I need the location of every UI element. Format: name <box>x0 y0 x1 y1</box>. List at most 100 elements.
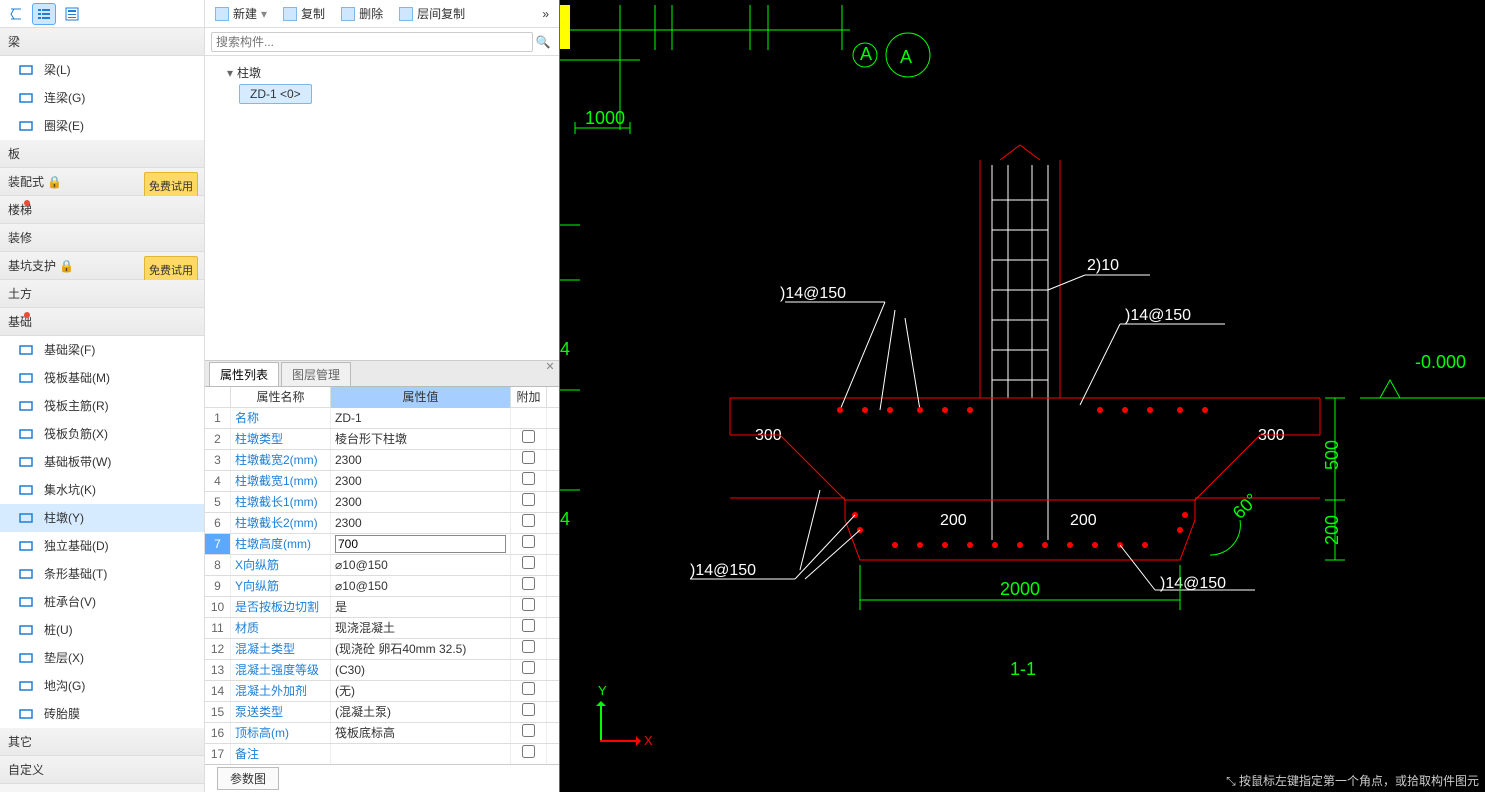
category-item[interactable]: 柱墩(Y) <box>0 504 204 532</box>
category-item[interactable]: 集水坑(K) <box>0 476 204 504</box>
prop-extra-checkbox[interactable] <box>522 724 535 737</box>
iso-found-icon <box>18 538 34 554</box>
prop-extra-checkbox[interactable] <box>522 556 535 569</box>
prop-extra-checkbox[interactable] <box>522 745 535 758</box>
property-row[interactable]: 7柱墩高度(mm) <box>205 534 559 555</box>
prop-extra-checkbox[interactable] <box>522 598 535 611</box>
view-mode-1-icon[interactable] <box>4 3 28 25</box>
category-item[interactable]: 基础板带(W) <box>0 448 204 476</box>
property-row[interactable]: 8X向纵筋⌀10@150 <box>205 555 559 576</box>
prop-value[interactable]: ⌀10@150 <box>331 555 511 575</box>
search-icon[interactable]: 🔍 <box>533 35 553 49</box>
category-item[interactable]: 筏板负筋(X) <box>0 420 204 448</box>
prop-value-input[interactable] <box>335 535 506 553</box>
prop-value[interactable]: (现浇砼 卵石40mm 32.5) <box>331 639 511 659</box>
prop-value[interactable]: (混凝土泵) <box>331 702 511 722</box>
property-row[interactable]: 9Y向纵筋⌀10@150 <box>205 576 559 597</box>
prop-value[interactable]: 现浇混凝土 <box>331 618 511 638</box>
category-item[interactable]: 独立基础(D) <box>0 532 204 560</box>
prop-value[interactable]: (无) <box>331 681 511 701</box>
category-header[interactable]: 基础 <box>0 308 204 336</box>
property-row[interactable]: 3柱墩截宽2(mm)2300 <box>205 450 559 471</box>
prop-extra-checkbox[interactable] <box>522 682 535 695</box>
prop-extra-checkbox[interactable] <box>522 703 535 716</box>
property-row[interactable]: 15泵送类型(混凝土泵) <box>205 702 559 723</box>
category-item[interactable]: 圈梁(E) <box>0 112 204 140</box>
prop-extra-checkbox[interactable] <box>522 472 535 485</box>
prop-extra-checkbox[interactable] <box>522 535 535 548</box>
prop-value[interactable]: ⌀10@150 <box>331 576 511 596</box>
category-header[interactable]: 板 <box>0 140 204 168</box>
category-header[interactable]: 装修 <box>0 224 204 252</box>
prop-value[interactable]: 2300 <box>331 492 511 512</box>
category-item[interactable]: 垫层(X) <box>0 644 204 672</box>
new-button[interactable]: 新建 ▾ <box>211 3 271 24</box>
category-item-label: 连梁(G) <box>44 84 85 112</box>
category-item[interactable]: 筏板基础(M) <box>0 364 204 392</box>
prop-extra-checkbox[interactable] <box>522 661 535 674</box>
category-item[interactable]: 梁(L) <box>0 56 204 84</box>
property-row[interactable]: 6柱墩截长2(mm)2300 <box>205 513 559 534</box>
tab-layers[interactable]: 图层管理 <box>281 362 351 386</box>
category-item[interactable]: 条形基础(T) <box>0 560 204 588</box>
category-item[interactable]: 地沟(G) <box>0 672 204 700</box>
drawing-canvas[interactable]: A A 1000 4 4 2)10 )14 <box>560 0 1485 792</box>
property-row[interactable]: 12混凝土类型(现浇砼 卵石40mm 32.5) <box>205 639 559 660</box>
view-mode-list-icon[interactable] <box>32 3 56 25</box>
category-header[interactable]: 梁 <box>0 28 204 56</box>
prop-extra-checkbox[interactable] <box>522 577 535 590</box>
property-row[interactable]: 1名称ZD-1 <box>205 408 559 429</box>
prop-value[interactable]: 筏板底标高 <box>331 723 511 743</box>
prop-extra-checkbox[interactable] <box>522 640 535 653</box>
property-row[interactable]: 16顶标高(m)筏板底标高 <box>205 723 559 744</box>
category-header[interactable]: 装配式 🔒免费试用 <box>0 168 204 196</box>
property-row[interactable]: 17备注 <box>205 744 559 764</box>
property-row[interactable]: 13混凝土强度等级(C30) <box>205 660 559 681</box>
property-row[interactable]: 5柱墩截长1(mm)2300 <box>205 492 559 513</box>
tree-node-root[interactable]: ▾柱墩 <box>209 62 555 84</box>
category-item[interactable]: 砖胎膜 <box>0 700 204 728</box>
prop-extra-checkbox[interactable] <box>522 619 535 632</box>
property-row[interactable]: 2柱墩类型棱台形下柱墩 <box>205 429 559 450</box>
prop-value[interactable]: 2300 <box>331 471 511 491</box>
more-button[interactable]: » <box>538 7 553 21</box>
property-row[interactable]: 4柱墩截宽1(mm)2300 <box>205 471 559 492</box>
category-header[interactable]: 楼梯 <box>0 196 204 224</box>
prop-extra-checkbox[interactable] <box>522 493 535 506</box>
tree-node-child[interactable]: ZD-1 <0> <box>239 84 312 104</box>
category-item[interactable]: 桩(U) <box>0 616 204 644</box>
delete-button[interactable]: 删除 <box>337 3 387 24</box>
prop-value[interactable]: 2300 <box>331 513 511 533</box>
category-item[interactable]: 连梁(G) <box>0 84 204 112</box>
prop-value[interactable]: (C30) <box>331 660 511 680</box>
prop-extra-checkbox[interactable] <box>522 514 535 527</box>
property-row[interactable]: 14混凝土外加剂(无) <box>205 681 559 702</box>
property-row[interactable]: 11材质现浇混凝土 <box>205 618 559 639</box>
prop-name: 是否按板边切割 <box>231 597 331 617</box>
prop-value[interactable]: ZD-1 <box>331 408 511 428</box>
search-input[interactable] <box>211 32 533 52</box>
category-header[interactable]: 基坑支护 🔒免费试用 <box>0 252 204 280</box>
view-mode-detail-icon[interactable] <box>60 3 84 25</box>
svg-text:200: 200 <box>1322 515 1342 545</box>
category-header[interactable]: 土方 <box>0 280 204 308</box>
close-icon[interactable]: ✕ <box>543 360 557 374</box>
category-item[interactable]: 基础梁(F) <box>0 336 204 364</box>
layer-copy-button[interactable]: 层间复制 <box>395 3 469 24</box>
category-header[interactable]: 自定义 <box>0 756 204 784</box>
prop-extra-checkbox[interactable] <box>522 430 535 443</box>
tab-properties[interactable]: 属性列表 <box>209 362 279 386</box>
prop-value[interactable]: 棱台形下柱墩 <box>331 429 511 449</box>
prop-value[interactable] <box>331 534 511 554</box>
category-item[interactable]: 筏板主筋(R) <box>0 392 204 420</box>
category-header[interactable]: 其它 <box>0 728 204 756</box>
copy-button[interactable]: 复制 <box>279 3 329 24</box>
prop-value[interactable]: 是 <box>331 597 511 617</box>
category-item[interactable]: 桩承台(V) <box>0 588 204 616</box>
prop-value[interactable] <box>331 744 511 764</box>
param-diagram-button[interactable]: 参数图 <box>217 767 279 790</box>
prop-extra-checkbox[interactable] <box>522 451 535 464</box>
prop-name: 泵送类型 <box>231 702 331 722</box>
property-row[interactable]: 10是否按板边切割是 <box>205 597 559 618</box>
prop-value[interactable]: 2300 <box>331 450 511 470</box>
